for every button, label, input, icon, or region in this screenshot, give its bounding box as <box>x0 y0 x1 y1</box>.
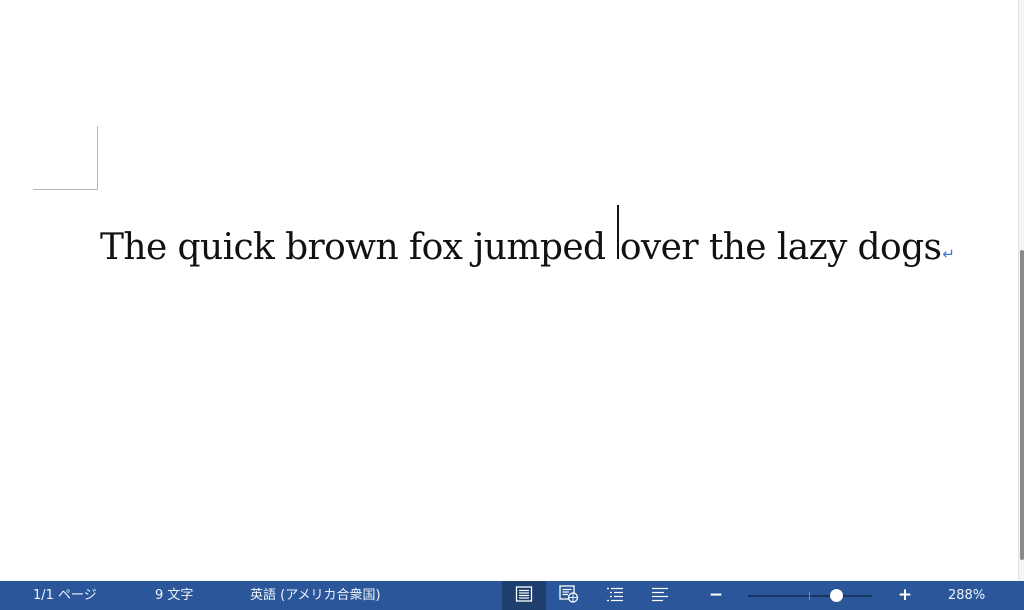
zoom-slider[interactable] <box>748 581 872 610</box>
draft-view-button[interactable] <box>638 581 682 610</box>
scrollbar-thumb[interactable] <box>1020 250 1024 560</box>
zoom-slider-thumb[interactable] <box>829 589 843 602</box>
word-window: The quick brown fox jumped over the lazy… <box>0 0 1024 610</box>
zoom-level-indicator[interactable]: 288% <box>948 581 985 610</box>
document-canvas[interactable]: The quick brown fox jumped over the lazy… <box>0 0 1018 581</box>
margin-corner-mark-vertical <box>97 126 98 190</box>
print-layout-view-button[interactable] <box>502 581 546 610</box>
word-count-indicator[interactable]: 9 文字 <box>155 581 193 610</box>
outline-icon <box>606 586 624 606</box>
document-text-after-caret: over the lazy dogs <box>619 227 942 268</box>
draft-icon <box>651 586 669 606</box>
web-layout-view-button[interactable] <box>547 581 591 610</box>
web-layout-icon <box>559 584 579 607</box>
language-indicator[interactable]: 英語 (アメリカ合衆国) <box>250 581 381 610</box>
paragraph-mark-icon: ↵ <box>942 245 955 263</box>
zoom-slider-center-tick <box>809 592 810 600</box>
text-caret <box>617 205 619 259</box>
document-text-before-caret: The quick brown fox jumped <box>100 227 617 268</box>
zoom-slider-track <box>748 595 872 597</box>
zoom-in-button[interactable]: + <box>893 581 917 610</box>
page-count-indicator[interactable]: 1/1 ページ <box>33 581 97 610</box>
print-layout-icon <box>515 585 533 606</box>
margin-corner-mark-horizontal <box>33 189 98 190</box>
document-paragraph[interactable]: The quick brown fox jumped over the lazy… <box>100 205 955 268</box>
zoom-out-button[interactable]: − <box>704 581 728 610</box>
outline-view-button[interactable] <box>593 581 637 610</box>
